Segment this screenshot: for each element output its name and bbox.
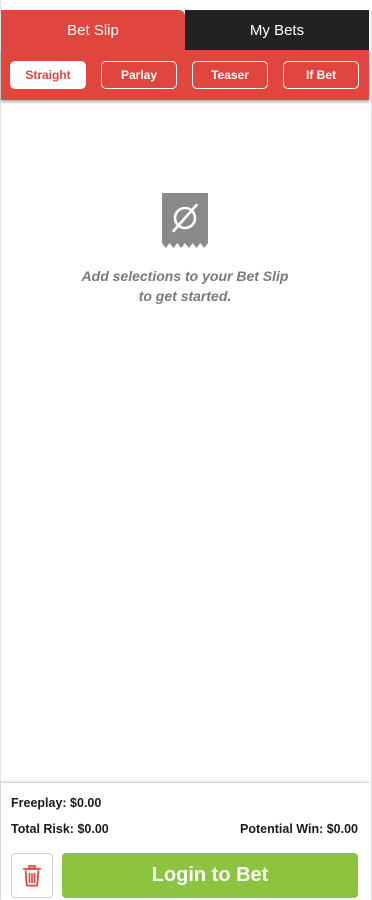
trash-icon [23, 864, 41, 886]
total-risk-amount: Total Risk: $0.00 [11, 822, 109, 836]
empty-state-line-2: to get started. [138, 288, 232, 304]
bet-summary-footer: Freeplay: $0.00 Total Risk: $0.00 Potent… [1, 782, 369, 900]
tab-my-bets[interactable]: My Bets [185, 10, 369, 50]
parlay-button[interactable]: Parlay [101, 61, 177, 89]
tab-bet-slip[interactable]: Bet Slip [1, 10, 185, 50]
bet-slip-panel: Bet Slip My Bets Straight Parlay Teaser … [0, 0, 372, 900]
clear-slip-button[interactable] [11, 853, 53, 898]
freeplay-amount: Freeplay: $0.00 [11, 796, 102, 810]
empty-state-line-1: Add selections to your Bet Slip [81, 268, 289, 284]
bet-type-bar: Straight Parlay Teaser If Bet [1, 50, 369, 100]
tab-bar: Bet Slip My Bets [1, 10, 369, 50]
if-bet-button[interactable]: If Bet [283, 61, 359, 89]
teaser-button[interactable]: Teaser [192, 61, 268, 89]
top-strip [1, 0, 372, 10]
straight-button[interactable]: Straight [10, 61, 86, 89]
login-to-bet-button[interactable]: Login to Bet [62, 853, 358, 898]
empty-state-message: Add selections to your Bet Slip to get s… [41, 266, 329, 306]
potential-win-amount: Potential Win: $0.00 [240, 822, 358, 836]
empty-ticket-icon [162, 193, 208, 248]
